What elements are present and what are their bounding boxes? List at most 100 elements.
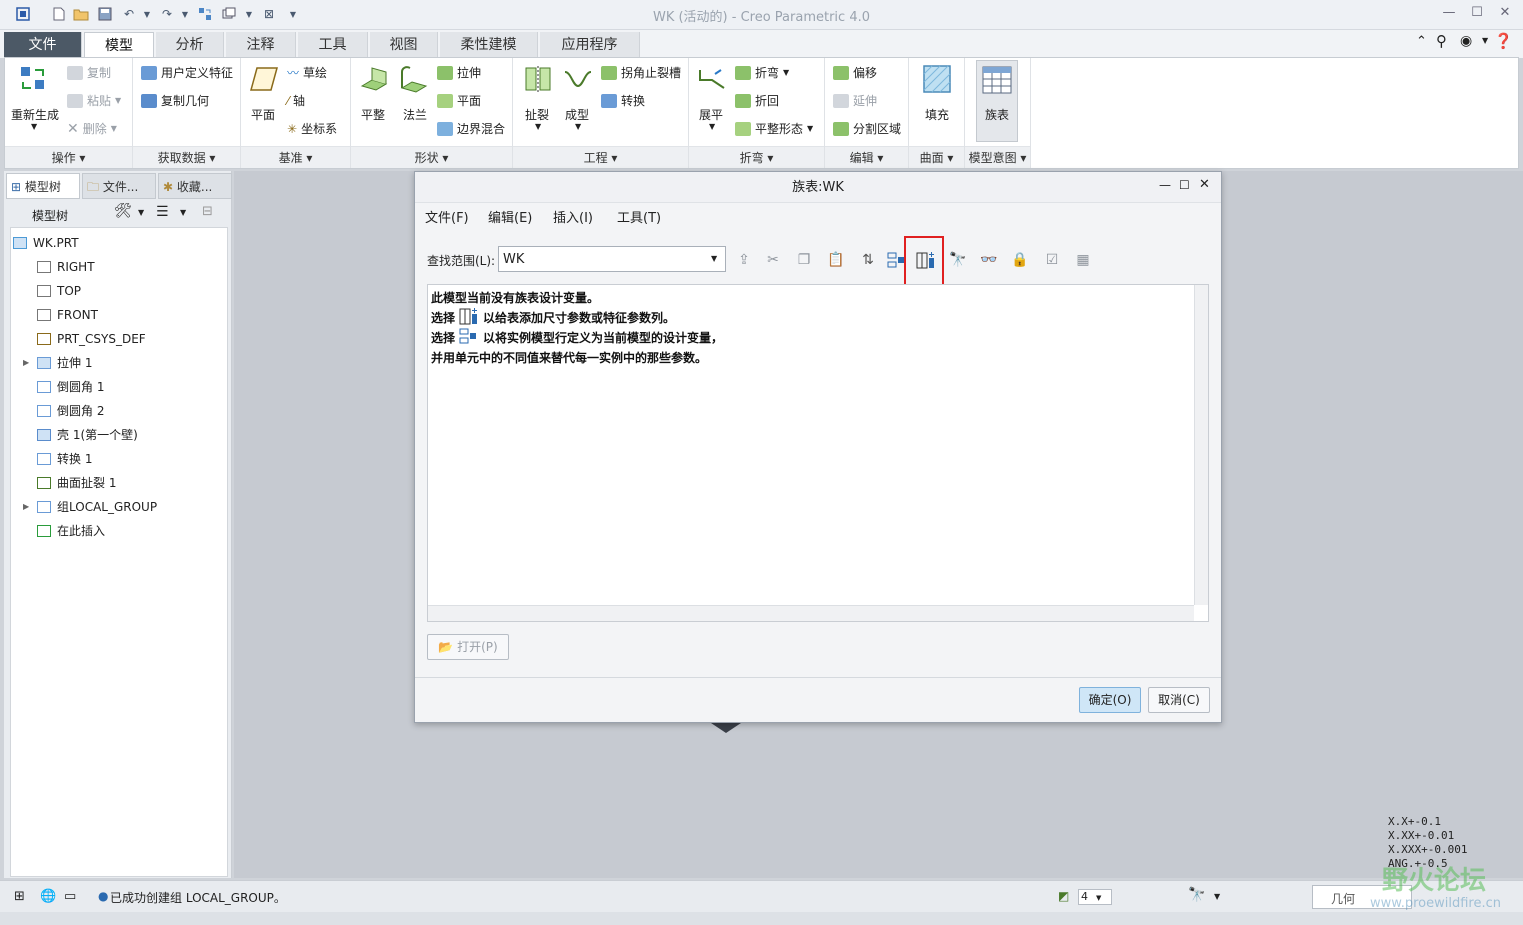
dialog-maximize-icon[interactable]: ☐ [1179,178,1190,192]
tab-analysis[interactable]: 分析 [156,32,224,58]
form-label[interactable]: 成型 [565,106,589,123]
selection-count[interactable]: 4 ▼ [1078,889,1112,905]
tab-folder-browser[interactable]: 🗀 文件... [82,173,156,199]
vertical-scrollbar[interactable] [1194,285,1208,605]
group-label-engineering[interactable]: 工程 ▾ [513,146,688,168]
group-label-shapes[interactable]: 形状 ▾ [351,146,512,168]
regenerate-label[interactable]: 重新生成 [11,106,59,123]
delete-button[interactable]: ✕ 删除 ▼ [67,120,117,137]
full-screen-icon[interactable]: ▭ [64,889,76,904]
tree-item[interactable]: 转换 1 [23,448,92,470]
search-icon[interactable]: ⚲ [1436,32,1447,50]
collapse-ribbon-icon[interactable]: ⌃ [1416,34,1427,49]
unbend-dropdown-icon[interactable]: ▼ [709,122,715,131]
tree-item[interactable]: RIGHT [23,256,95,278]
form-icon[interactable] [563,64,593,94]
menu-tools[interactable]: 工具(T) [617,207,661,226]
cut-icon[interactable]: ✂ [762,249,784,271]
ok-button[interactable]: 确定(O) [1079,687,1141,713]
find-icon[interactable]: 🔭 [947,249,969,271]
paste-button[interactable]: 粘贴 ▼ [67,92,121,109]
horizontal-scrollbar[interactable] [428,605,1194,621]
flange-icon[interactable] [399,64,429,94]
community-icon[interactable]: ◉ [1460,33,1472,49]
dialog-close-icon[interactable]: ✕ [1199,177,1210,192]
convert-button[interactable]: 转换 [601,92,645,109]
menu-insert[interactable]: 插入(I) [553,207,593,226]
fill-label[interactable]: 填充 [925,106,949,123]
preview-icon[interactable]: 👓 [978,249,1000,271]
group-label-get-data[interactable]: 获取数据 ▾ [133,146,240,168]
axis-button[interactable]: ⁄ 轴 [287,92,305,109]
flat-wall-icon[interactable] [359,64,389,94]
group-label-operations[interactable]: 操作 ▾ [5,146,132,168]
menu-edit[interactable]: 编辑(E) [488,207,532,226]
tree-columns-icon[interactable]: ☰ [156,204,169,220]
verify-icon[interactable]: ☑ [1041,249,1063,271]
tree-item[interactable]: ▶ 拉伸 1 [23,352,92,374]
tree-item[interactable]: 曲面扯裂 1 [23,472,116,494]
tree-item[interactable]: WK.PRT [13,232,79,254]
open-button[interactable]: 📂 打开(P) [427,634,509,660]
lookup-select[interactable]: WK ▼ [498,246,726,272]
plane-icon[interactable] [249,64,279,94]
rip-label[interactable]: 扯裂 [525,106,549,123]
tree-item[interactable]: PRT_CSYS_DEF [23,328,146,350]
group-label-datum[interactable]: 基准 ▾ [241,146,350,168]
extend-button[interactable]: 延伸 [833,92,877,109]
dialog-minimize-icon[interactable]: — [1159,178,1171,192]
boundary-blend-button[interactable]: 边界混合 [437,120,505,137]
extrude-button[interactable]: 拉伸 [437,64,481,81]
tree-item[interactable]: 倒圆角 1 [23,376,104,398]
tab-model[interactable]: 模型 [84,32,154,58]
tree-item[interactable]: ▶ 组LOCAL_GROUP [23,496,157,518]
up-level-icon[interactable]: ⇪ [733,249,755,271]
find-status-icon[interactable]: 🔭 [1188,887,1205,903]
group-label-surfaces[interactable]: 曲面 ▾ [909,146,964,168]
csys-button[interactable]: ✳ 坐标系 [287,120,337,137]
copy-geometry-button[interactable]: 复制几何 [141,92,209,109]
bend-button[interactable]: 折弯 ▼ [735,64,789,81]
tree-item[interactable]: 在此插入 [23,520,105,542]
copy-table-icon[interactable]: ❐ [793,249,815,271]
group-label-bends[interactable]: 折弯 ▾ [689,146,824,168]
udf-button[interactable]: 用户定义特征 [141,64,233,81]
cancel-button[interactable]: 取消(C) [1148,687,1210,713]
tab-model-tree[interactable]: ⊞ 模型树 [6,173,80,199]
tree-item[interactable]: TOP [23,280,81,302]
tree-columns-dropdown-icon[interactable]: ▼ [180,208,186,217]
unbend-label[interactable]: 展平 [699,106,723,123]
browser-icon[interactable]: 🌐 [40,889,56,904]
rip-icon[interactable] [523,64,553,94]
tab-favorites[interactable]: ✱ 收藏... [158,173,232,199]
tree-settings-dropdown-icon[interactable]: ▼ [138,208,144,217]
minimize-icon[interactable]: — [1438,5,1460,23]
regenerate-icon[interactable] [19,64,49,94]
group-label-editing[interactable]: 编辑 ▾ [825,146,908,168]
planar-button[interactable]: 平面 [437,92,481,109]
tree-item[interactable]: 壳 1(第一个壁) [23,424,138,446]
sort-icon[interactable]: ⇅ [857,249,879,271]
fill-icon[interactable] [922,64,952,94]
table-view-icon[interactable]: ▦ [1072,249,1094,271]
group-label-model-intent[interactable]: 模型意图 ▾ [965,146,1030,168]
corner-relief-button[interactable]: 拐角止裂槽 [601,64,681,81]
tab-annotate[interactable]: 注释 [226,32,296,58]
bend-back-button[interactable]: 折回 [735,92,779,109]
offset-button[interactable]: 偏移 [833,64,877,81]
flat-wall-label[interactable]: 平整 [361,106,385,123]
expand-toggle-icon[interactable]: ▶ [23,496,31,518]
copy-button[interactable]: 复制 [67,64,111,81]
family-table-button[interactable]: 族表 [976,60,1018,142]
tree-item[interactable]: FRONT [23,304,98,326]
sketch-button[interactable]: 〰草绘 [287,64,327,81]
rip-dropdown-icon[interactable]: ▼ [535,122,541,131]
menu-file[interactable]: 文件(F) [425,207,469,226]
tab-file[interactable]: 文件 [4,32,82,58]
tree-item[interactable]: 倒圆角 2 [23,400,104,422]
form-dropdown-icon[interactable]: ▼ [575,122,581,131]
tree-settings-icon[interactable]: 🛠 [114,203,132,219]
help-icon[interactable]: ❓ [1494,32,1513,50]
show-navigator-icon[interactable]: ⊞ [14,889,25,904]
community-dropdown-icon[interactable]: ▼ [1482,36,1488,45]
